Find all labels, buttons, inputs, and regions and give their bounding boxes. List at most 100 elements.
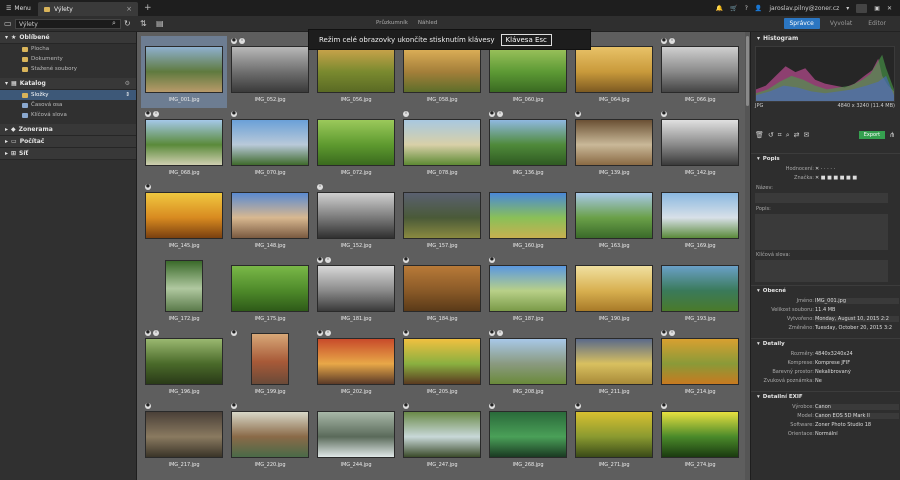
thumbnail-cell[interactable]: IMG_066.jpg ● i <box>657 36 743 108</box>
thumbnail-image[interactable] <box>489 338 567 385</box>
thumbnail-cell[interactable]: IMG_211.jpg <box>571 328 657 400</box>
user-icon[interactable]: 👤 <box>755 5 762 12</box>
chevron-down-icon[interactable]: ▾ <box>757 394 760 400</box>
thumbnail-cell[interactable]: IMG_068.jpg ● i <box>141 109 227 181</box>
thumbnail-cell[interactable]: IMG_072.jpg <box>313 109 399 181</box>
thumbnail-cell[interactable]: IMG_184.jpg ● <box>399 255 485 327</box>
share-icon[interactable]: ⇄ <box>794 131 800 139</box>
thumbnail-cell[interactable]: IMG_205.jpg ● <box>399 328 485 400</box>
thumbnail-cell[interactable]: IMG_172.jpg <box>141 255 227 327</box>
thumbnail-image[interactable] <box>145 192 223 239</box>
thumbnail-image[interactable] <box>661 192 739 239</box>
thumbnail-image[interactable] <box>661 46 739 93</box>
chevron-down-icon[interactable]: ▾ <box>757 35 760 42</box>
thumbnail-image[interactable] <box>251 333 289 385</box>
chevron-right-icon[interactable]: ▸ <box>5 138 8 145</box>
scrollbar-thumb[interactable] <box>746 36 749 106</box>
thumbnail-image[interactable] <box>661 338 739 385</box>
esc-key-button[interactable]: Klávesa Esc <box>500 33 552 46</box>
thumbnail-image[interactable] <box>145 338 223 385</box>
thumbnail-cell[interactable]: IMG_136.jpg ● i <box>485 109 571 181</box>
sort-icon[interactable]: ⇅ <box>140 19 147 28</box>
crop-icon[interactable]: ⌗ <box>778 131 782 140</box>
thumbnail-image[interactable] <box>231 265 309 312</box>
comment-icon[interactable]: ✉ <box>804 131 810 139</box>
chevron-right-icon[interactable]: ▸ <box>5 126 8 133</box>
window-restore-icon[interactable]: ▣ <box>874 5 880 12</box>
thumbnail-image[interactable] <box>145 119 223 166</box>
thumbnail-image[interactable] <box>165 260 203 312</box>
thumbnail-image[interactable] <box>575 119 653 166</box>
export-button[interactable]: Export <box>858 131 886 139</box>
new-folder-icon[interactable]: ▤ <box>156 19 164 28</box>
sidebar-section-computer[interactable]: ▸ ▭ Počítač <box>0 136 136 148</box>
name-field[interactable] <box>755 193 888 203</box>
thumbnail-image[interactable] <box>317 119 395 166</box>
thumbnail-image[interactable] <box>317 338 395 385</box>
thumbnail-cell[interactable]: IMG_247.jpg ● <box>399 401 485 473</box>
thumbnail-image[interactable] <box>403 119 481 166</box>
tab-vylety[interactable]: Výlety × <box>38 2 138 16</box>
thumbnail-cell[interactable]: IMG_145.jpg ● <box>141 182 227 254</box>
thumbnail-cell[interactable]: IMG_163.jpg <box>571 182 657 254</box>
rotate-icon[interactable]: ↺ <box>768 131 774 139</box>
cart-icon[interactable]: 🛒 <box>730 5 737 12</box>
thumbnail-cell[interactable]: IMG_148.jpg <box>227 182 313 254</box>
thumbnail-image[interactable] <box>403 338 481 385</box>
folder-add-icon[interactable]: ▭ <box>4 19 12 28</box>
sidebar-item-desktop[interactable]: Plocha <box>0 44 136 54</box>
sidebar-section-favorites[interactable]: ▾ ★ Oblíbené <box>0 32 136 44</box>
chevron-down-icon[interactable]: ▾ <box>5 80 8 87</box>
histogram-header[interactable]: ▾ Histogram <box>751 32 900 44</box>
search-icon[interactable]: ⌕ <box>786 131 790 140</box>
chevron-down-icon[interactable]: ▾ <box>5 34 8 41</box>
search-input[interactable] <box>15 19 121 29</box>
bell-icon[interactable]: 🔔 <box>716 5 723 12</box>
sidebar-item-folders[interactable]: Složky ⇕ <box>0 90 136 100</box>
chevron-down-icon[interactable]: ▾ <box>757 288 760 294</box>
thumbnail-image[interactable] <box>231 192 309 239</box>
view-preview[interactable]: Náhled <box>418 20 437 26</box>
thumbnail-image[interactable] <box>317 265 395 312</box>
chevron-down-icon[interactable]: ▾ <box>757 341 760 347</box>
thumbnail-cell[interactable]: IMG_214.jpg ● i <box>657 328 743 400</box>
thumbnail-image[interactable] <box>575 338 653 385</box>
thumbnail-image[interactable] <box>575 411 653 458</box>
thumbnail-image[interactable] <box>317 46 395 93</box>
search-icon[interactable]: ⌕ <box>112 19 116 28</box>
thumbnail-cell[interactable]: IMG_160.jpg <box>485 182 571 254</box>
thumbnail-cell[interactable]: IMG_001.jpg <box>141 36 227 108</box>
thumbnail-image[interactable] <box>489 265 567 312</box>
chevron-down-icon[interactable]: ▾ <box>846 5 849 12</box>
trash-icon[interactable]: 🗑 <box>755 131 764 139</box>
thumbnail-cell[interactable]: IMG_274.jpg ● <box>657 401 743 473</box>
mode-editor[interactable]: Editor <box>862 18 892 29</box>
thumbnail-cell[interactable]: IMG_193.jpg <box>657 255 743 327</box>
thumbnail-cell[interactable]: IMG_244.jpg <box>313 401 399 473</box>
thumbnail-image[interactable] <box>575 192 653 239</box>
sidebar-item-keywords[interactable]: Klíčová slova <box>0 110 136 120</box>
thumbnail-cell[interactable]: IMG_157.jpg <box>399 182 485 254</box>
thumbnail-image[interactable] <box>661 265 739 312</box>
thumbnail-cell[interactable]: IMG_190.jpg <box>571 255 657 327</box>
sidebar-item-timeline[interactable]: Časová osa <box>0 100 136 110</box>
window-close-icon[interactable]: ✕ <box>887 5 892 12</box>
thumbnail-image[interactable] <box>489 411 567 458</box>
thumbnail-image[interactable] <box>661 411 739 458</box>
catalog-settings-icon[interactable]: ⚙ <box>125 80 130 87</box>
thumbnail-cell[interactable]: IMG_052.jpg ● i <box>227 36 313 108</box>
thumbnail-image[interactable] <box>145 411 223 458</box>
refresh-icon[interactable]: ↻ <box>124 19 131 28</box>
thumbnail-cell[interactable]: IMG_217.jpg ● <box>141 401 227 473</box>
thumbnail-image[interactable] <box>489 119 567 166</box>
thumbnail-image[interactable] <box>231 46 309 93</box>
thumbnail-cell[interactable]: IMG_070.jpg ● <box>227 109 313 181</box>
rating-stars[interactable]: ✕ · · · · · <box>815 166 899 172</box>
thumbnail-image[interactable] <box>403 411 481 458</box>
thumbnail-image[interactable] <box>575 265 653 312</box>
thumbnail-cell[interactable]: IMG_199.jpg ● <box>227 328 313 400</box>
new-tab-button[interactable]: + <box>144 3 152 13</box>
thumbnail-cell[interactable]: IMG_187.jpg ● <box>485 255 571 327</box>
thumbnail-cell[interactable]: IMG_208.jpg ● i <box>485 328 571 400</box>
mode-vyvolat[interactable]: Vyvolat <box>824 18 858 29</box>
